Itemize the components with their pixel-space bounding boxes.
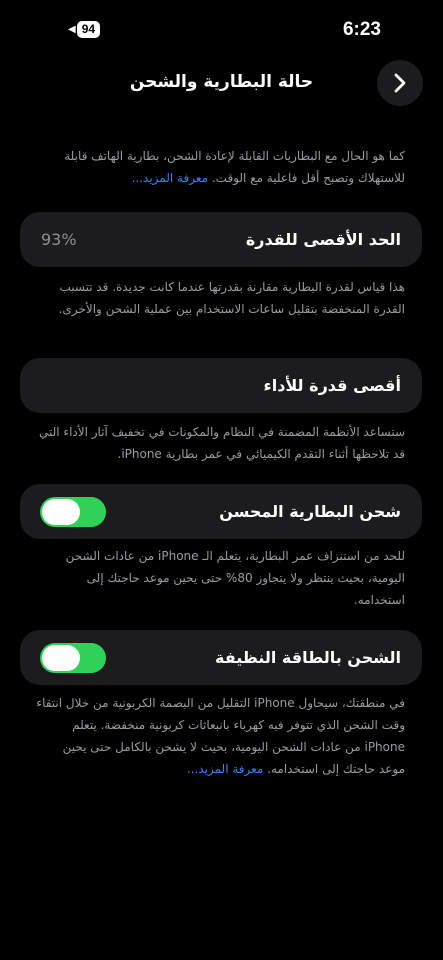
toggle-knob (42, 499, 80, 525)
toggle-knob (42, 645, 80, 671)
battery-indicator: ◀ 94 (68, 21, 101, 38)
clean-energy-row: الشحن بالطاقة النظيفة (20, 630, 422, 685)
page-title: حالة البطارية والشحن (129, 72, 314, 92)
optimized-charging-toggle[interactable] (40, 497, 106, 527)
peak-performance-row[interactable]: أقصى قدرة للأداء (20, 358, 422, 413)
optimized-charging-row: شحن البطارية المحسن (20, 484, 422, 539)
clean-energy-label: الشحن بالطاقة النظيفة (215, 648, 401, 667)
optimized-charging-description: للحد من استنزاف عمر البطارية، يتعلم الـ … (65, 549, 405, 607)
nav-bar: حالة البطارية والشحن (0, 58, 443, 110)
max-capacity-description: هذا قياس لقدرة البطارية مقارنة بقدرتها ع… (58, 280, 405, 316)
clean-energy-toggle[interactable] (40, 643, 106, 673)
learn-more-link[interactable]: معرفة المزيد... (132, 171, 208, 185)
status-time: 6:23 (342, 19, 381, 40)
status-bar: ◀ 94 6:23 (0, 0, 443, 60)
clean-energy-description: في منطقتك، سيحاول iPhone التقليل من البص… (34, 692, 405, 780)
optimized-charging-label: شحن البطارية المحسن (219, 502, 401, 521)
max-capacity-label: الحد الأقصى للقدرة (245, 230, 401, 249)
learn-more-link[interactable]: معرفة المزيد... (187, 762, 263, 776)
battery-level: 94 (76, 21, 101, 38)
peak-performance-label: أقصى قدرة للأداء (263, 376, 401, 395)
max-capacity-value: 93% (41, 230, 77, 249)
max-capacity-row: الحد الأقصى للقدرة 93% (20, 212, 422, 267)
peak-performance-description: ستساعد الأنظمة المضمنة في النظام والمكون… (39, 425, 405, 461)
intro-text: كما هو الحال مع البطاريات القابلة لإعادة… (64, 149, 405, 185)
charging-bolt-icon: ◀ (68, 24, 76, 35)
intro-description: كما هو الحال مع البطاريات القابلة لإعادة… (34, 145, 405, 189)
